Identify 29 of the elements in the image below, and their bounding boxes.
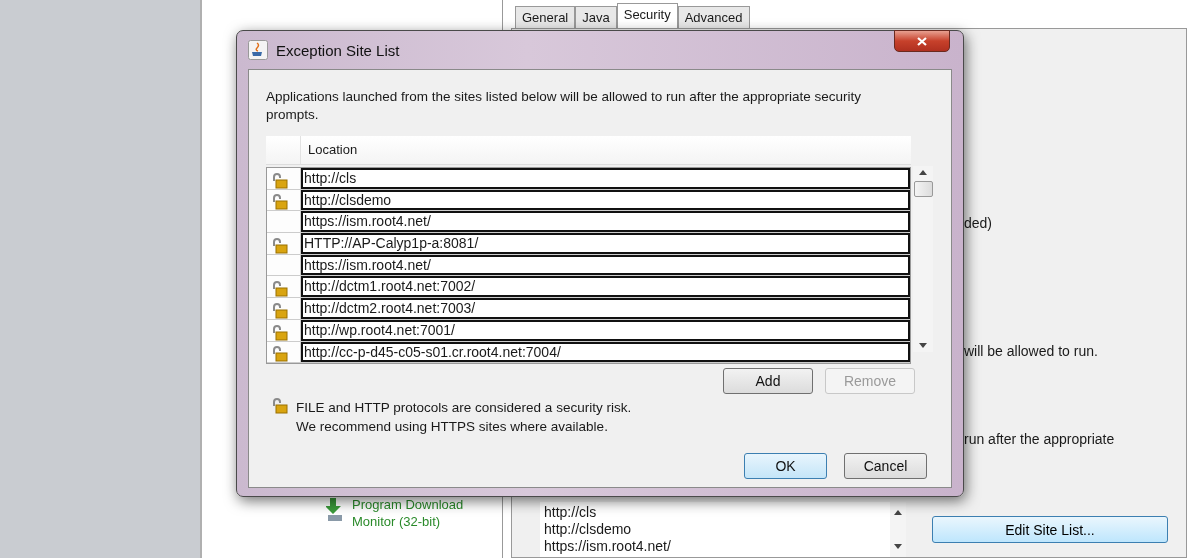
- location-cell[interactable]: http://wp.root4.net:7001/: [301, 319, 910, 341]
- text-fragment: will be allowed to run.: [964, 343, 1098, 359]
- site-list-item[interactable]: https://ism.root4.net/: [544, 538, 886, 555]
- window-title: Exception Site List: [276, 41, 400, 59]
- location-cell[interactable]: http://dctm1.root4.net:7002/: [301, 276, 910, 298]
- site-list-item[interactable]: http://cls: [544, 504, 886, 521]
- location-cell[interactable]: http://cls: [301, 168, 910, 189]
- location-cell[interactable]: http://cc-p-d45-c05-s01.cr.root4.net:7004/: [301, 341, 910, 363]
- program-link[interactable]: Program Download Monitor (32-bit): [352, 496, 482, 530]
- tab[interactable]: Security: [616, 3, 678, 28]
- tab[interactable]: General: [515, 6, 576, 28]
- site-list-item[interactable]: http://clsdemo: [544, 521, 886, 538]
- list-button[interactable]: Add: [723, 368, 813, 395]
- text-fragment: run after the appropriate: [964, 431, 1115, 447]
- location-cell[interactable]: http://clsdemo: [301, 189, 910, 211]
- edit-site-list-button[interactable]: Edit Site List...: [932, 516, 1168, 543]
- tab[interactable]: Advanced: [677, 6, 750, 28]
- tab[interactable]: Java: [575, 6, 617, 28]
- location-cell[interactable]: https://ism.root4.net/: [301, 254, 910, 276]
- dialog-button[interactable]: OK: [744, 453, 827, 479]
- location-cell[interactable]: http://dctm2.root4.net:7003/: [301, 298, 910, 319]
- text-fragment: ded): [964, 215, 993, 231]
- dialog-button[interactable]: Cancel: [844, 453, 927, 479]
- location-cell[interactable]: HTTP://AP-Calyp1p-a:8081/: [301, 233, 910, 254]
- location-cell[interactable]: https://ism.root4.net/: [301, 211, 910, 233]
- warning-text: FILE and HTTP protocols are considered a security risk.: [296, 399, 632, 418]
- column-header[interactable]: Location: [301, 136, 358, 164]
- description-text: Applications launched from the sites listed below will be allowed to run after the appropriate security prompts.: [266, 88, 863, 124]
- warning-text: We recommend using HTTPS sites where available.: [296, 418, 609, 437]
